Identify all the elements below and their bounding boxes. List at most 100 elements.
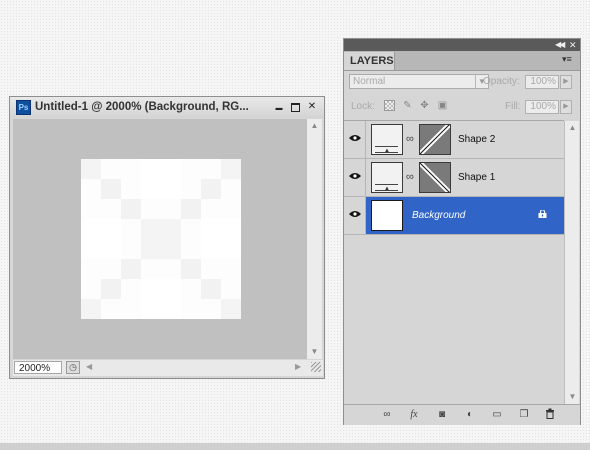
canvas-pixel bbox=[201, 299, 221, 319]
canvas-pixel bbox=[81, 159, 101, 179]
canvas-pixel bbox=[221, 299, 241, 319]
canvas-pixel bbox=[81, 199, 101, 219]
lock-transparent-icon[interactable] bbox=[384, 100, 395, 111]
add-mask-icon[interactable]: ◙ bbox=[435, 408, 449, 421]
document-titlebar[interactable]: Ps Untitled-1 @ 2000% (Background, RG...… bbox=[10, 97, 324, 118]
layer-row-background[interactable]: Background bbox=[344, 197, 564, 235]
status-info-icon[interactable]: ◷ bbox=[66, 361, 80, 374]
canvas-pixel bbox=[181, 299, 201, 319]
canvas-pixel bbox=[201, 199, 221, 219]
layer-name: Shape 1 bbox=[458, 172, 496, 183]
layer-row-shape-1[interactable]: ▲ ∞ Shape 1 bbox=[344, 159, 564, 197]
thumbnail-triangle-icon: ▲ bbox=[384, 148, 390, 154]
layers-scrollbar[interactable]: ▲ ▼ bbox=[564, 121, 579, 405]
lock-all-icon[interactable]: ▣ bbox=[437, 100, 448, 111]
canvas-pixel bbox=[81, 179, 101, 199]
visibility-toggle[interactable] bbox=[344, 197, 366, 234]
close-button[interactable]: ✕ bbox=[305, 100, 319, 114]
vector-mask-thumbnail[interactable] bbox=[418, 161, 451, 194]
mask-diagonal-icon bbox=[418, 161, 451, 194]
canvas-pixel bbox=[81, 299, 101, 319]
visibility-toggle[interactable] bbox=[344, 121, 366, 158]
panel-topbar[interactable]: ◀◀ ✕ bbox=[344, 39, 580, 51]
canvas-pixel bbox=[121, 299, 141, 319]
canvas-pixel bbox=[161, 179, 181, 199]
canvas-pixel bbox=[81, 239, 101, 259]
scroll-down-arrow-icon[interactable]: ▼ bbox=[307, 345, 322, 359]
canvas-pixel bbox=[141, 159, 161, 179]
fx-icon[interactable]: fx bbox=[407, 408, 421, 421]
canvas-pixel bbox=[141, 259, 161, 279]
layer-thumbnail[interactable]: ▲ bbox=[371, 124, 403, 155]
adjustment-layer-icon[interactable]: ◐ bbox=[463, 408, 477, 421]
opacity-slider-arrow-icon[interactable]: ▶ bbox=[560, 75, 572, 89]
opacity-field[interactable]: 100% bbox=[525, 75, 559, 89]
canvas-pixel bbox=[181, 279, 201, 299]
close-panel-icon[interactable]: ✕ bbox=[569, 39, 577, 51]
maximize-button[interactable] bbox=[288, 100, 302, 114]
vector-mask-thumbnail[interactable] bbox=[418, 123, 451, 156]
canvas-pixel bbox=[141, 279, 161, 299]
fill-slider-arrow-icon[interactable]: ▶ bbox=[560, 100, 572, 114]
canvas-pixel bbox=[101, 239, 121, 259]
visibility-toggle[interactable] bbox=[344, 159, 366, 196]
bottom-edge-bar bbox=[0, 443, 590, 450]
canvas-pixel bbox=[221, 259, 241, 279]
canvas-pixel bbox=[121, 199, 141, 219]
canvas-pixel bbox=[201, 179, 221, 199]
canvas-area[interactable] bbox=[13, 119, 307, 359]
canvas-pixel bbox=[221, 279, 241, 299]
layer-row-shape-2[interactable]: ▲ ∞ Shape 2 bbox=[344, 121, 564, 159]
chain-link-icon[interactable]: ∞ bbox=[406, 133, 414, 145]
trash-glyph bbox=[546, 408, 554, 419]
canvas-pixel bbox=[181, 259, 201, 279]
tab-layers[interactable]: LAYERS bbox=[344, 52, 395, 70]
zoom-level-field[interactable]: 2000% bbox=[14, 361, 62, 374]
canvas-pixel bbox=[181, 199, 201, 219]
status-bar: 2000% ◷ ◀ ▶ bbox=[13, 360, 323, 376]
layer-thumbnail[interactable] bbox=[371, 200, 403, 231]
thumbnail-line bbox=[375, 152, 398, 153]
chain-link-icon[interactable]: ∞ bbox=[406, 171, 414, 183]
blend-mode-select[interactable]: Normal ▼ bbox=[349, 74, 489, 89]
canvas-pixel bbox=[221, 159, 241, 179]
canvas-pixel bbox=[101, 159, 121, 179]
canvas-pixel bbox=[101, 279, 121, 299]
canvas-pixel bbox=[141, 239, 161, 259]
minimize-button[interactable]: ▬ bbox=[272, 100, 286, 114]
opacity-label: Opacity: bbox=[483, 76, 520, 87]
canvas-pixel bbox=[81, 219, 101, 239]
thumbnail-line bbox=[375, 184, 398, 185]
canvas-pixel bbox=[161, 299, 181, 319]
new-layer-icon[interactable]: ❐ bbox=[517, 408, 531, 421]
canvas-pixel bbox=[141, 219, 161, 239]
lock-move-icon[interactable]: ✥ bbox=[419, 100, 430, 111]
canvas-pixel bbox=[181, 179, 201, 199]
thumbnail-line bbox=[375, 190, 398, 191]
mask-diagonal-icon bbox=[418, 123, 451, 156]
scroll-right-arrow-icon[interactable]: ▶ bbox=[295, 362, 301, 371]
vertical-scrollbar[interactable]: ▲ ▼ bbox=[307, 119, 322, 359]
scroll-down-arrow-icon[interactable]: ▼ bbox=[565, 390, 580, 404]
pixel-canvas[interactable] bbox=[81, 159, 241, 319]
collapse-panel-icon[interactable]: ◀◀ bbox=[555, 39, 565, 51]
trash-icon[interactable] bbox=[543, 408, 557, 421]
canvas-pixel bbox=[161, 239, 181, 259]
scroll-up-arrow-icon[interactable]: ▲ bbox=[565, 121, 580, 135]
lock-paint-icon[interactable]: ✎ bbox=[402, 100, 413, 111]
layer-thumbnail[interactable]: ▲ bbox=[371, 162, 403, 193]
thumbnail-line bbox=[375, 146, 398, 147]
new-group-icon[interactable]: ▭ bbox=[490, 408, 504, 421]
fill-field[interactable]: 100% bbox=[525, 100, 559, 114]
resize-grip-icon[interactable] bbox=[311, 362, 321, 372]
scroll-left-arrow-icon[interactable]: ◀ bbox=[86, 362, 92, 371]
panel-menu-icon[interactable]: ▾≡ bbox=[562, 54, 572, 65]
scroll-up-arrow-icon[interactable]: ▲ bbox=[307, 119, 322, 133]
canvas-pixel bbox=[121, 179, 141, 199]
layers-panel: ◀◀ ✕ LAYERS ▾≡ Normal ▼ Opacity: 100% ▶ … bbox=[343, 38, 581, 425]
canvas-pixel bbox=[101, 219, 121, 239]
panel-tab-row: LAYERS ▾≡ bbox=[344, 51, 580, 71]
canvas-pixel bbox=[101, 179, 121, 199]
link-layers-icon[interactable]: ∞ bbox=[380, 408, 394, 421]
canvas-pixel bbox=[221, 219, 241, 239]
